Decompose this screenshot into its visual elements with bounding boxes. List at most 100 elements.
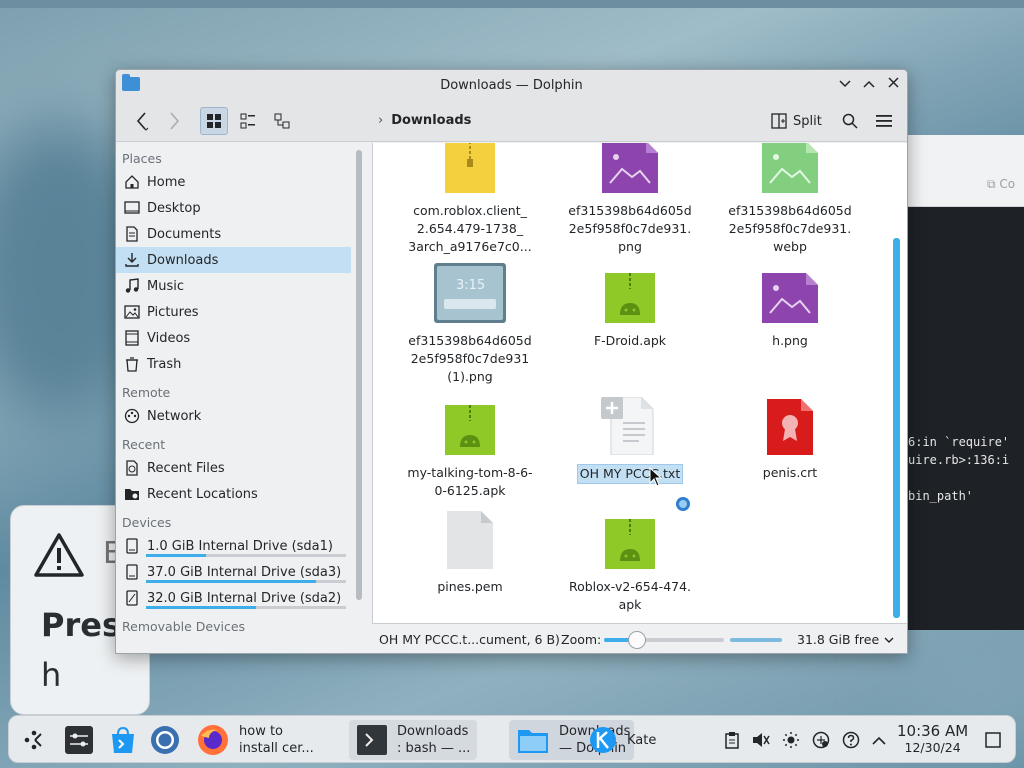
file-view-scrollbar-thumb[interactable]: [893, 238, 900, 618]
videos-icon: [124, 330, 140, 346]
file-item-selected[interactable]: OH MY PCCC.txt: [555, 396, 705, 484]
file-name: my-talking-tom-8-6- 0-6125.apk: [407, 465, 533, 498]
sidebar-item-desktop[interactable]: Desktop: [116, 195, 351, 221]
file-item[interactable]: ef315398b64d605d 2e5f958f0c7de931. webp: [715, 143, 865, 256]
details-view-button[interactable]: [268, 107, 296, 135]
clock-time: 10:36 AM: [897, 722, 969, 740]
desktop-icon: [124, 200, 140, 216]
sidebar-scrollbar[interactable]: [356, 150, 362, 600]
zoom-slider[interactable]: [604, 638, 724, 642]
drive-usage-fill: [146, 554, 206, 557]
sidebar-item-videos[interactable]: Videos: [116, 325, 351, 351]
tray-expand-button[interactable]: [869, 730, 889, 750]
chevron-down-icon: [884, 637, 894, 643]
sidebar-item-drive-sda3[interactable]: 37.0 GiB Internal Drive (sda3): [116, 559, 351, 585]
file-item[interactable]: F-Droid.apk: [555, 273, 705, 350]
discover-launcher[interactable]: [108, 720, 138, 760]
sidebar-item-network[interactable]: Network: [116, 403, 351, 429]
background-terminal-window[interactable]: ⧉ Co 6:in `require' uire.rb>:136:i bin_p…: [905, 135, 1024, 630]
drive-usage-bar: [146, 580, 346, 583]
sidebar-item-label: Pictures: [147, 304, 199, 320]
apk-icon: [605, 519, 655, 569]
file-item[interactable]: my-talking-tom-8-6- 0-6125.apk: [395, 405, 545, 500]
grid-view-icon: [207, 114, 221, 128]
compact-view-button[interactable]: [234, 107, 262, 135]
forward-button[interactable]: [160, 107, 188, 135]
file-item[interactable]: Roblox-v2-654-474. apk: [555, 519, 705, 614]
file-item[interactable]: penis.crt: [715, 399, 865, 482]
free-space-dropdown[interactable]: [884, 632, 894, 647]
free-space-label[interactable]: 31.8 GiB free: [797, 632, 879, 647]
mouse-cursor-icon: [649, 467, 663, 487]
pictures-icon: [124, 304, 140, 320]
task-firefox[interactable]: how to install cer...: [195, 720, 325, 760]
application-launcher-button[interactable]: [19, 720, 49, 760]
sidebar-item-drive-sda2[interactable]: 32.0 GiB Internal Drive (sda2): [116, 585, 351, 611]
file-name: OH MY PCCC.txt: [576, 464, 684, 484]
toolbar: › Downloads Split: [116, 100, 907, 142]
file-item[interactable]: com.roblox.client_ 2.654.479-1738_ 3arch_a…: [395, 143, 545, 256]
sidebar-item-drive-sda1[interactable]: 1.0 GiB Internal Drive (sda1): [116, 533, 351, 559]
file-name: Roblox-v2-654-474. apk: [568, 579, 692, 612]
split-button[interactable]: Split: [771, 109, 822, 133]
image-icon: [762, 273, 818, 323]
section-recent: Recent: [122, 437, 166, 452]
section-places: Places: [122, 151, 162, 166]
file-name: ef315398b64d605d 2e5f958f0c7de931 (1).png: [408, 333, 532, 384]
maximize-button[interactable]: [858, 74, 880, 96]
help-tray-button[interactable]: [841, 730, 861, 750]
screenshot-thumbnail: 3:15: [434, 263, 506, 323]
network-tray-button[interactable]: [811, 730, 831, 750]
sidebar-scrollbar-thumb[interactable]: [356, 150, 362, 600]
launcher-icon: [24, 730, 42, 750]
recent-files-icon: [124, 460, 140, 476]
sidebar-item-music[interactable]: Music: [116, 273, 351, 299]
sidebar-item-label: Network: [147, 408, 202, 424]
show-desktop-button[interactable]: [983, 730, 1003, 750]
task-kate[interactable]: Kate: [589, 720, 669, 760]
recent-locations-icon: [124, 486, 140, 502]
titlebar[interactable]: Downloads — Dolphin: [116, 70, 907, 100]
volume-tray-button[interactable]: [751, 730, 771, 750]
search-icon: [842, 113, 858, 129]
sidebar-item-recent-files[interactable]: Recent Files: [116, 455, 351, 481]
sidebar-item-documents[interactable]: Documents: [116, 221, 351, 247]
task-terminal[interactable]: Downloads: bash — ...: [349, 720, 477, 760]
close-button[interactable]: [882, 74, 904, 96]
text-file-icon: [601, 396, 654, 456]
brightness-tray-button[interactable]: [781, 730, 801, 750]
details-view-icon: [274, 113, 290, 129]
sidebar-item-downloads[interactable]: Downloads: [116, 247, 351, 273]
sidebar-item-pictures[interactable]: Pictures: [116, 299, 351, 325]
file-item[interactable]: 3:15 ef315398b64d605d 2e5f958f0c7de931 (1)…: [395, 263, 545, 386]
digital-clock[interactable]: 10:36 AM 12/30/24: [897, 722, 968, 756]
apk-icon: [605, 273, 655, 323]
minimize-button[interactable]: [834, 74, 856, 96]
menu-button[interactable]: [870, 107, 898, 135]
icons-view-button[interactable]: [200, 107, 228, 135]
generic-file-icon: [447, 511, 493, 569]
sidebar-item-home[interactable]: Home: [116, 169, 351, 195]
file-item[interactable]: pines.pem: [395, 511, 545, 596]
chromium-launcher[interactable]: [149, 720, 181, 760]
back-button[interactable]: [128, 107, 156, 135]
file-item[interactable]: h.png: [715, 273, 865, 350]
file-view-scrollbar[interactable]: [893, 238, 900, 618]
search-button[interactable]: [836, 107, 864, 135]
file-item[interactable]: ef315398b64d605d 2e5f958f0c7de931. png: [555, 143, 705, 256]
compact-view-icon: [240, 113, 255, 129]
sidebar-item-label: Music: [147, 278, 184, 294]
drive-usage-bar: [146, 606, 346, 609]
drive-usage-fill: [146, 580, 316, 583]
breadcrumb[interactable]: › Downloads: [378, 113, 471, 128]
sidebar-item-label: Desktop: [147, 200, 201, 216]
sidebar-item-recent-locations[interactable]: Recent Locations: [116, 481, 351, 507]
sidebar-item-trash[interactable]: Trash: [116, 351, 351, 377]
clipboard-icon: [725, 732, 739, 749]
breadcrumb-current[interactable]: Downloads: [391, 113, 471, 128]
clipboard-tray-button[interactable]: [722, 730, 742, 750]
file-view[interactable]: com.roblox.client_ 2.654.479-1738_ 3arch_a…: [372, 143, 907, 623]
system-settings-launcher[interactable]: [62, 720, 96, 760]
zoom-slider-handle[interactable]: [628, 631, 646, 649]
sidebar-item-label: 1.0 GiB Internal Drive (sda1): [147, 538, 333, 554]
